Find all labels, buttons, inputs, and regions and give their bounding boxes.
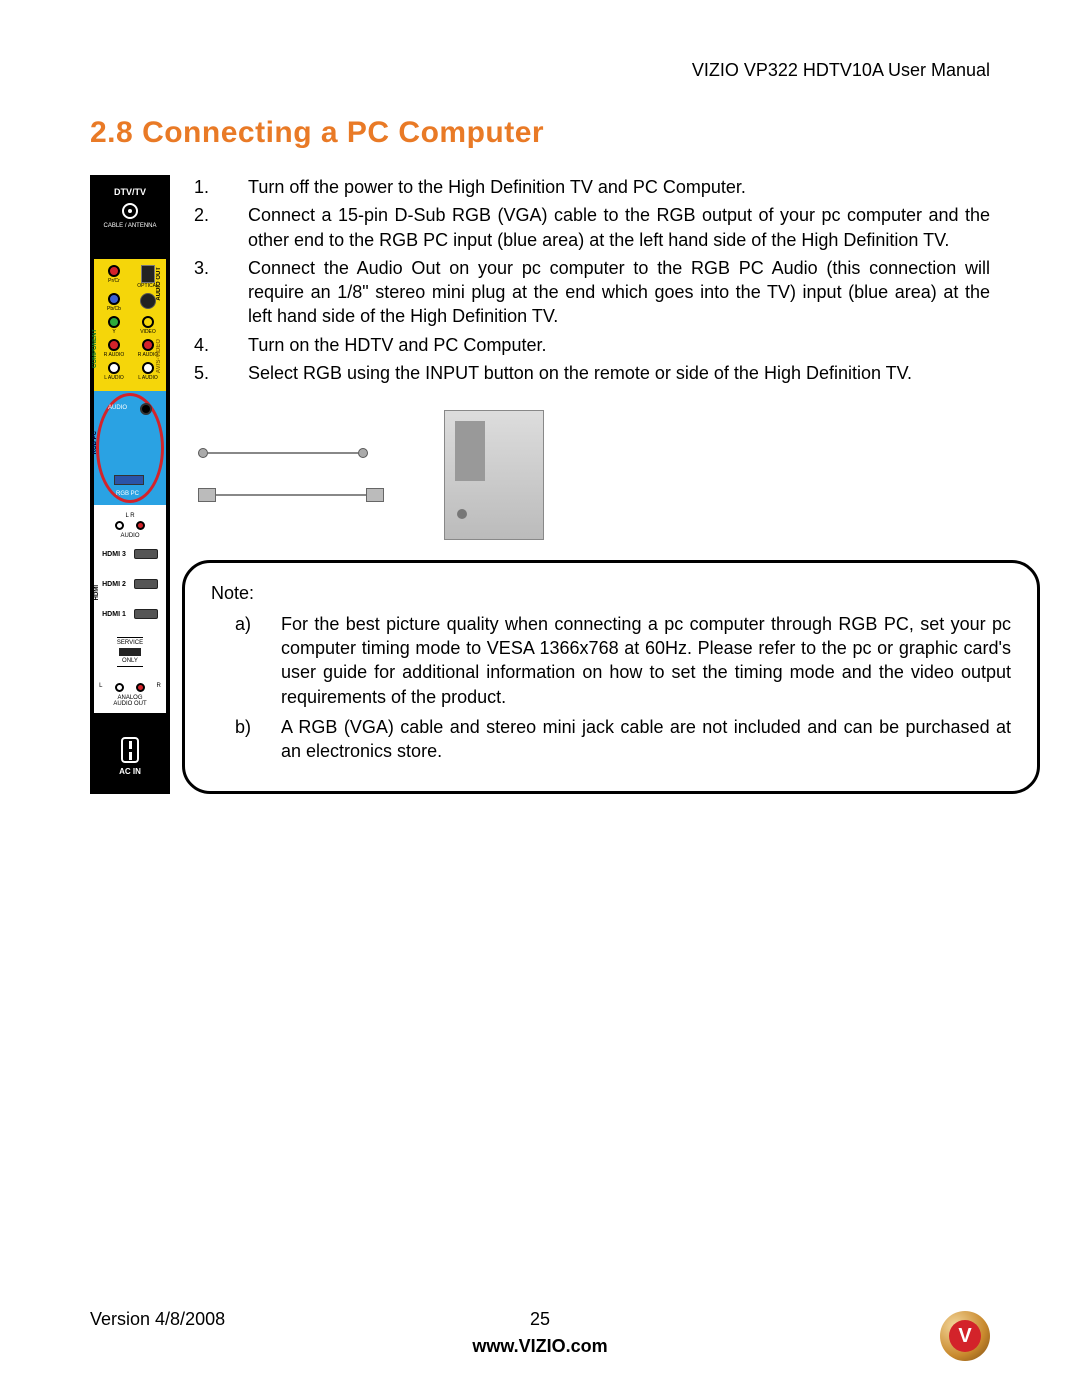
hdmi3-label: HDMI 3 (102, 551, 126, 558)
tv-input-panel-diagram: DTV/TV CABLE / ANTENNA COMPONENT AUDIO O… (90, 175, 170, 794)
cables-diagram (198, 448, 384, 502)
rgb-pc-zone: RGB PC AUDIO RGB PC (94, 391, 166, 505)
ac-plug-icon (121, 737, 139, 763)
ac-in-label: AC IN (119, 767, 141, 776)
service-row: SERVICE ONLY (117, 637, 143, 667)
service-label-1: SERVICE (117, 637, 143, 646)
lr-audio-label: AUDIO (120, 533, 139, 539)
hdmi2-port (134, 579, 158, 589)
vizio-logo: V (940, 1311, 990, 1361)
rgb-audio-label: AUDIO (108, 405, 127, 411)
raudio-port: R AUDIO (100, 339, 128, 358)
step-num: 5. (188, 361, 248, 385)
body-row: DTV/TV CABLE / ANTENNA COMPONENT AUDIO O… (90, 175, 990, 794)
ac-in-zone: AC IN (119, 733, 141, 776)
hdmi2-row: HDMI 2 (102, 579, 158, 589)
hdmi1-label: HDMI 1 (102, 611, 126, 618)
analog-label-2: AUDIO OUT (99, 701, 161, 707)
step-num: 4. (188, 333, 248, 357)
raudio-label: R AUDIO (104, 352, 125, 358)
laudio-label: L AUDIO (104, 375, 124, 381)
hdmi3-port (134, 549, 158, 559)
vga-port (114, 475, 144, 485)
laudio2-label: L AUDIO (138, 375, 158, 381)
vga-cable-icon (198, 488, 384, 502)
analog-r (136, 683, 145, 692)
analog-out-row: L R ANALOG AUDIO OUT (99, 681, 161, 707)
pr-label: Pr/Cr (108, 278, 120, 284)
video-port: VIDEO (134, 316, 162, 335)
coax-icon (122, 203, 138, 219)
hdmi3-row: HDMI 3 (102, 549, 158, 559)
note-text: For the best picture quality when connec… (281, 612, 1011, 709)
step-num: 3. (188, 256, 248, 329)
pc-tower-icon (444, 410, 544, 540)
audio-cable-icon (198, 448, 384, 458)
dtv-zone: DTV/TV CABLE / ANTENNA (94, 179, 166, 259)
y-port: Y (100, 316, 128, 335)
pr-port: Pr/Cr (100, 265, 128, 289)
manual-page: VIZIO VP322 HDTV10A User Manual 2.8 Conn… (0, 0, 1080, 1397)
hdmi1-row: HDMI 1 (102, 609, 158, 619)
section-title-text: Connecting a PC Computer (142, 116, 544, 149)
hdmi-zone-label: HDMI (94, 585, 100, 600)
cable-antenna-label: CABLE / ANTENNA (103, 223, 156, 229)
dtv-label: DTV/TV (114, 187, 146, 197)
steps-list: 1.Turn off the power to the High Definit… (188, 175, 990, 385)
vizio-logo-letter: V (949, 1320, 981, 1352)
pb-label: Pb/Cb (107, 306, 121, 312)
note-letter: a) (211, 612, 281, 709)
section-heading: 2.8 Connecting a PC Computer (90, 116, 990, 150)
video-label: VIDEO (140, 329, 156, 335)
rgb-zone-label: RGB PC (92, 431, 98, 454)
rgb-port-label: RGB PC (116, 491, 139, 497)
rgb-highlight-circle (96, 393, 164, 503)
av-svideo-label: AV/S-VIDEO (156, 339, 162, 373)
step-text: Connect the Audio Out on your pc compute… (248, 256, 990, 329)
page-footer: Version 4/8/2008 25 www.VIZIO.com V (90, 1309, 990, 1357)
analog-l (115, 683, 124, 692)
pb-port: Pb/Cb (100, 293, 128, 312)
step-num: 2. (188, 203, 248, 252)
hdmi-zone: HDMI L R AUDIO HDMI 3 HDMI 2 HDMI 1 SERV… (94, 505, 166, 713)
audio-out-label: AUDIO OUT (156, 267, 162, 301)
step-text: Connect a 15-pin D-Sub RGB (VGA) cable t… (248, 203, 990, 252)
hdmi-audio-r (136, 521, 145, 530)
step-num: 1. (188, 175, 248, 199)
graphics-row (198, 410, 990, 540)
section-number: 2.8 (90, 116, 133, 149)
lr-label: L R (125, 513, 134, 519)
step-text: Turn on the HDTV and PC Computer. (248, 333, 990, 357)
step-text: Select RGB using the INPUT button on the… (248, 361, 990, 385)
hdmi-audio-l (115, 521, 124, 530)
note-box: Note: a)For the best picture quality whe… (182, 560, 1040, 794)
footer-url: www.VIZIO.com (90, 1336, 990, 1357)
hdmi1-port (134, 609, 158, 619)
note-title: Note: (211, 581, 1011, 605)
laudio-port: L AUDIO (100, 362, 128, 381)
footer-page-number: 25 (90, 1309, 990, 1330)
component-label: COMPONENT (92, 329, 98, 368)
y-label: Y (112, 329, 115, 335)
rgb-audio-jack (140, 403, 152, 415)
step-text: Turn off the power to the High Definitio… (248, 175, 990, 199)
content-column: 1.Turn off the power to the High Definit… (188, 175, 990, 794)
hdmi2-label: HDMI 2 (102, 581, 126, 588)
note-letter: b) (211, 715, 281, 764)
lr-audio-hdmi: L R AUDIO (115, 513, 145, 539)
doc-title: VIZIO VP322 HDTV10A User Manual (90, 60, 990, 81)
component-audio-zone: COMPONENT AUDIO OUT AV/S-VIDEO Pr/Cr OPT… (94, 259, 166, 391)
note-text: A RGB (VGA) cable and stereo mini jack c… (281, 715, 1011, 764)
service-label-2: ONLY (117, 658, 143, 667)
service-port (119, 648, 141, 656)
